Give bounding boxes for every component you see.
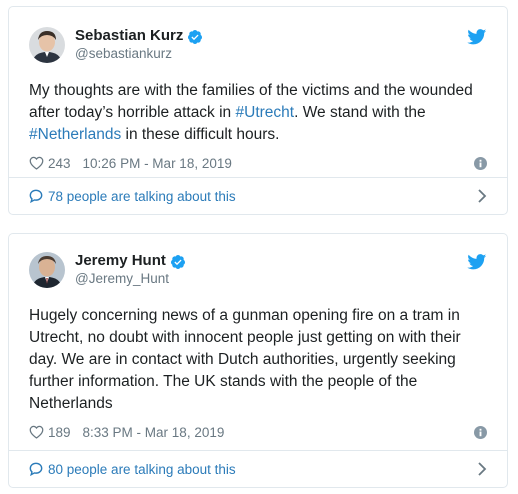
verified-icon bbox=[170, 254, 185, 269]
talking-about-link[interactable]: 78 people are talking about this bbox=[9, 177, 507, 214]
tweet-text: Hugely concerning news of a gunman openi… bbox=[29, 307, 461, 412]
tweet-text: My thoughts are with the families of the… bbox=[29, 80, 487, 146]
info-icon[interactable] bbox=[474, 156, 487, 170]
tweet-meta: 189 8:33 PM - Mar 18, 2019 bbox=[29, 421, 487, 443]
tweet-header: Sebastian Kurz @sebastiankurz bbox=[29, 7, 487, 77]
twitter-bird-icon[interactable] bbox=[467, 254, 487, 270]
chevron-right-icon[interactable] bbox=[477, 189, 487, 203]
chat-icon bbox=[29, 189, 43, 203]
avatar[interactable] bbox=[29, 252, 65, 288]
tweet-header: Jeremy Hunt @Jeremy_Hunt bbox=[29, 234, 487, 302]
like-count[interactable]: 189 bbox=[48, 425, 71, 440]
tweet-meta: 243 10:26 PM - Mar 18, 2019 bbox=[29, 152, 487, 174]
verified-icon bbox=[188, 29, 203, 44]
hashtag-netherlands[interactable]: #Netherlands bbox=[29, 126, 121, 143]
heart-icon[interactable] bbox=[29, 425, 44, 439]
tweet-timestamp[interactable]: 8:33 PM - Mar 18, 2019 bbox=[83, 425, 225, 440]
hashtag-utrecht[interactable]: #Utrecht bbox=[236, 104, 295, 121]
chevron-right-icon[interactable] bbox=[477, 462, 487, 476]
talking-count[interactable]: 78 people are talking about this bbox=[48, 189, 236, 204]
talking-about-link[interactable]: 80 people are talking about this bbox=[9, 450, 507, 487]
info-icon[interactable] bbox=[474, 425, 487, 439]
tweet-card-sebastian-kurz[interactable]: Sebastian Kurz @sebastiankurz My thought… bbox=[8, 6, 508, 215]
avatar[interactable] bbox=[29, 27, 65, 63]
author-handle[interactable]: @Jeremy_Hunt bbox=[75, 271, 186, 288]
chat-icon bbox=[29, 462, 43, 476]
tweet-text-segment: . We stand with the bbox=[294, 104, 426, 121]
author-name[interactable]: Sebastian Kurz bbox=[75, 27, 183, 46]
heart-icon[interactable] bbox=[29, 156, 44, 170]
talking-count[interactable]: 80 people are talking about this bbox=[48, 462, 236, 477]
twitter-bird-icon[interactable] bbox=[467, 29, 487, 45]
tweet-timestamp[interactable]: 10:26 PM - Mar 18, 2019 bbox=[83, 156, 232, 171]
tweet-text-segment: in these difficult hours. bbox=[121, 126, 280, 143]
like-count[interactable]: 243 bbox=[48, 156, 71, 171]
author-name[interactable]: Jeremy Hunt bbox=[75, 252, 166, 271]
author-handle[interactable]: @sebastiankurz bbox=[75, 46, 203, 63]
tweet-card-jeremy-hunt[interactable]: Jeremy Hunt @Jeremy_Hunt Hugely concerni… bbox=[8, 233, 508, 488]
